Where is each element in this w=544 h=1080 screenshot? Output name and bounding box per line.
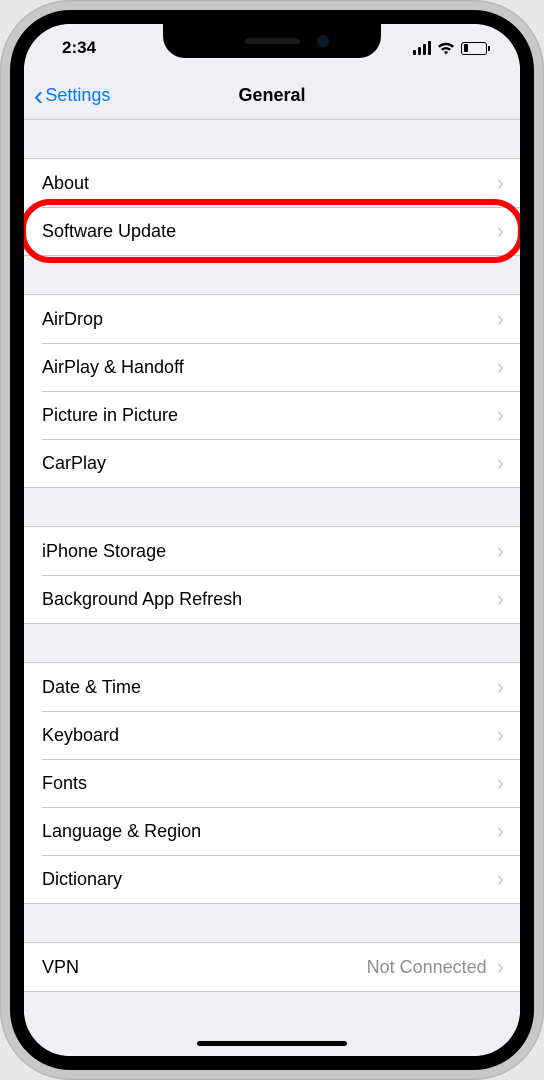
row-right: Not Connected › (367, 956, 504, 978)
row-language-region[interactable]: Language & Region › (24, 807, 520, 855)
row-right: › (497, 172, 504, 194)
chevron-right-icon: › (497, 540, 504, 562)
home-indicator[interactable] (197, 1041, 347, 1046)
chevron-right-icon: › (497, 452, 504, 474)
page-title: General (238, 85, 305, 106)
chevron-right-icon: › (497, 956, 504, 978)
content-area[interactable]: About›Software Update›AirDrop›AirPlay & … (24, 120, 520, 1056)
list-group: AirDrop›AirPlay & Handoff›Picture in Pic… (24, 294, 520, 488)
list-group: VPN Not Connected › (24, 942, 520, 992)
row-right: › (497, 676, 504, 698)
back-button[interactable]: ‹ Settings (24, 82, 110, 110)
group-spacer (24, 120, 520, 158)
row-right: › (497, 308, 504, 330)
chevron-right-icon: › (497, 724, 504, 746)
row-dictionary[interactable]: Dictionary › (24, 855, 520, 903)
row-label: Date & Time (42, 677, 141, 698)
row-vpn[interactable]: VPN Not Connected › (24, 943, 520, 991)
wifi-icon (437, 42, 455, 55)
phone-frame: 2:34 (0, 0, 544, 1080)
chevron-right-icon: › (497, 772, 504, 794)
row-about[interactable]: About › (24, 159, 520, 207)
row-airplay-handoff[interactable]: AirPlay & Handoff › (24, 343, 520, 391)
chevron-right-icon: › (497, 676, 504, 698)
row-picture-in-picture[interactable]: Picture in Picture › (24, 391, 520, 439)
navigation-bar: ‹ Settings General (24, 72, 520, 120)
battery-icon (461, 42, 490, 55)
row-label: Dictionary (42, 869, 122, 890)
back-label: Settings (45, 85, 110, 106)
row-right: › (497, 772, 504, 794)
row-right: › (497, 588, 504, 610)
screen: 2:34 (24, 24, 520, 1056)
row-label: Language & Region (42, 821, 201, 842)
row-software-update[interactable]: Software Update › (24, 207, 520, 255)
row-label: AirPlay & Handoff (42, 357, 184, 378)
row-label: Picture in Picture (42, 405, 178, 426)
chevron-right-icon: › (497, 588, 504, 610)
row-right: › (497, 868, 504, 890)
status-icons (413, 41, 491, 55)
row-label: About (42, 173, 89, 194)
row-right: › (497, 356, 504, 378)
chevron-right-icon: › (497, 868, 504, 890)
cellular-signal-icon (413, 41, 432, 55)
row-iphone-storage[interactable]: iPhone Storage › (24, 527, 520, 575)
row-date-time[interactable]: Date & Time › (24, 663, 520, 711)
row-label: VPN (42, 957, 79, 978)
row-right: › (497, 724, 504, 746)
row-airdrop[interactable]: AirDrop › (24, 295, 520, 343)
row-right: › (497, 452, 504, 474)
row-carplay[interactable]: CarPlay › (24, 439, 520, 487)
speaker-grille (245, 38, 300, 44)
row-label: iPhone Storage (42, 541, 166, 562)
notch (163, 24, 381, 58)
chevron-right-icon: › (497, 220, 504, 242)
chevron-right-icon: › (497, 404, 504, 426)
row-label: Fonts (42, 773, 87, 794)
row-right: › (497, 404, 504, 426)
chevron-right-icon: › (497, 172, 504, 194)
row-label: CarPlay (42, 453, 106, 474)
chevron-right-icon: › (497, 820, 504, 842)
group-spacer (24, 256, 520, 294)
list-group: About › Software Update › (24, 158, 520, 256)
row-keyboard[interactable]: Keyboard › (24, 711, 520, 759)
row-background-app-refresh[interactable]: Background App Refresh › (24, 575, 520, 623)
chevron-right-icon: › (497, 356, 504, 378)
group-spacer (24, 624, 520, 662)
row-label: AirDrop (42, 309, 103, 330)
front-camera (317, 35, 329, 47)
chevron-left-icon: ‹ (34, 82, 43, 110)
row-right: › (497, 220, 504, 242)
row-right: › (497, 820, 504, 842)
list-group: iPhone Storage › Background App Refresh › (24, 526, 520, 624)
row-label: Software Update (42, 221, 176, 242)
row-right: › (497, 540, 504, 562)
row-label: Keyboard (42, 725, 119, 746)
chevron-right-icon: › (497, 308, 504, 330)
group-spacer (24, 904, 520, 942)
row-detail: Not Connected (367, 957, 487, 978)
list-group: Date & Time›Keyboard›Fonts›Language & Re… (24, 662, 520, 904)
row-fonts[interactable]: Fonts › (24, 759, 520, 807)
status-time: 2:34 (62, 38, 96, 58)
group-spacer (24, 488, 520, 526)
row-label: Background App Refresh (42, 589, 242, 610)
